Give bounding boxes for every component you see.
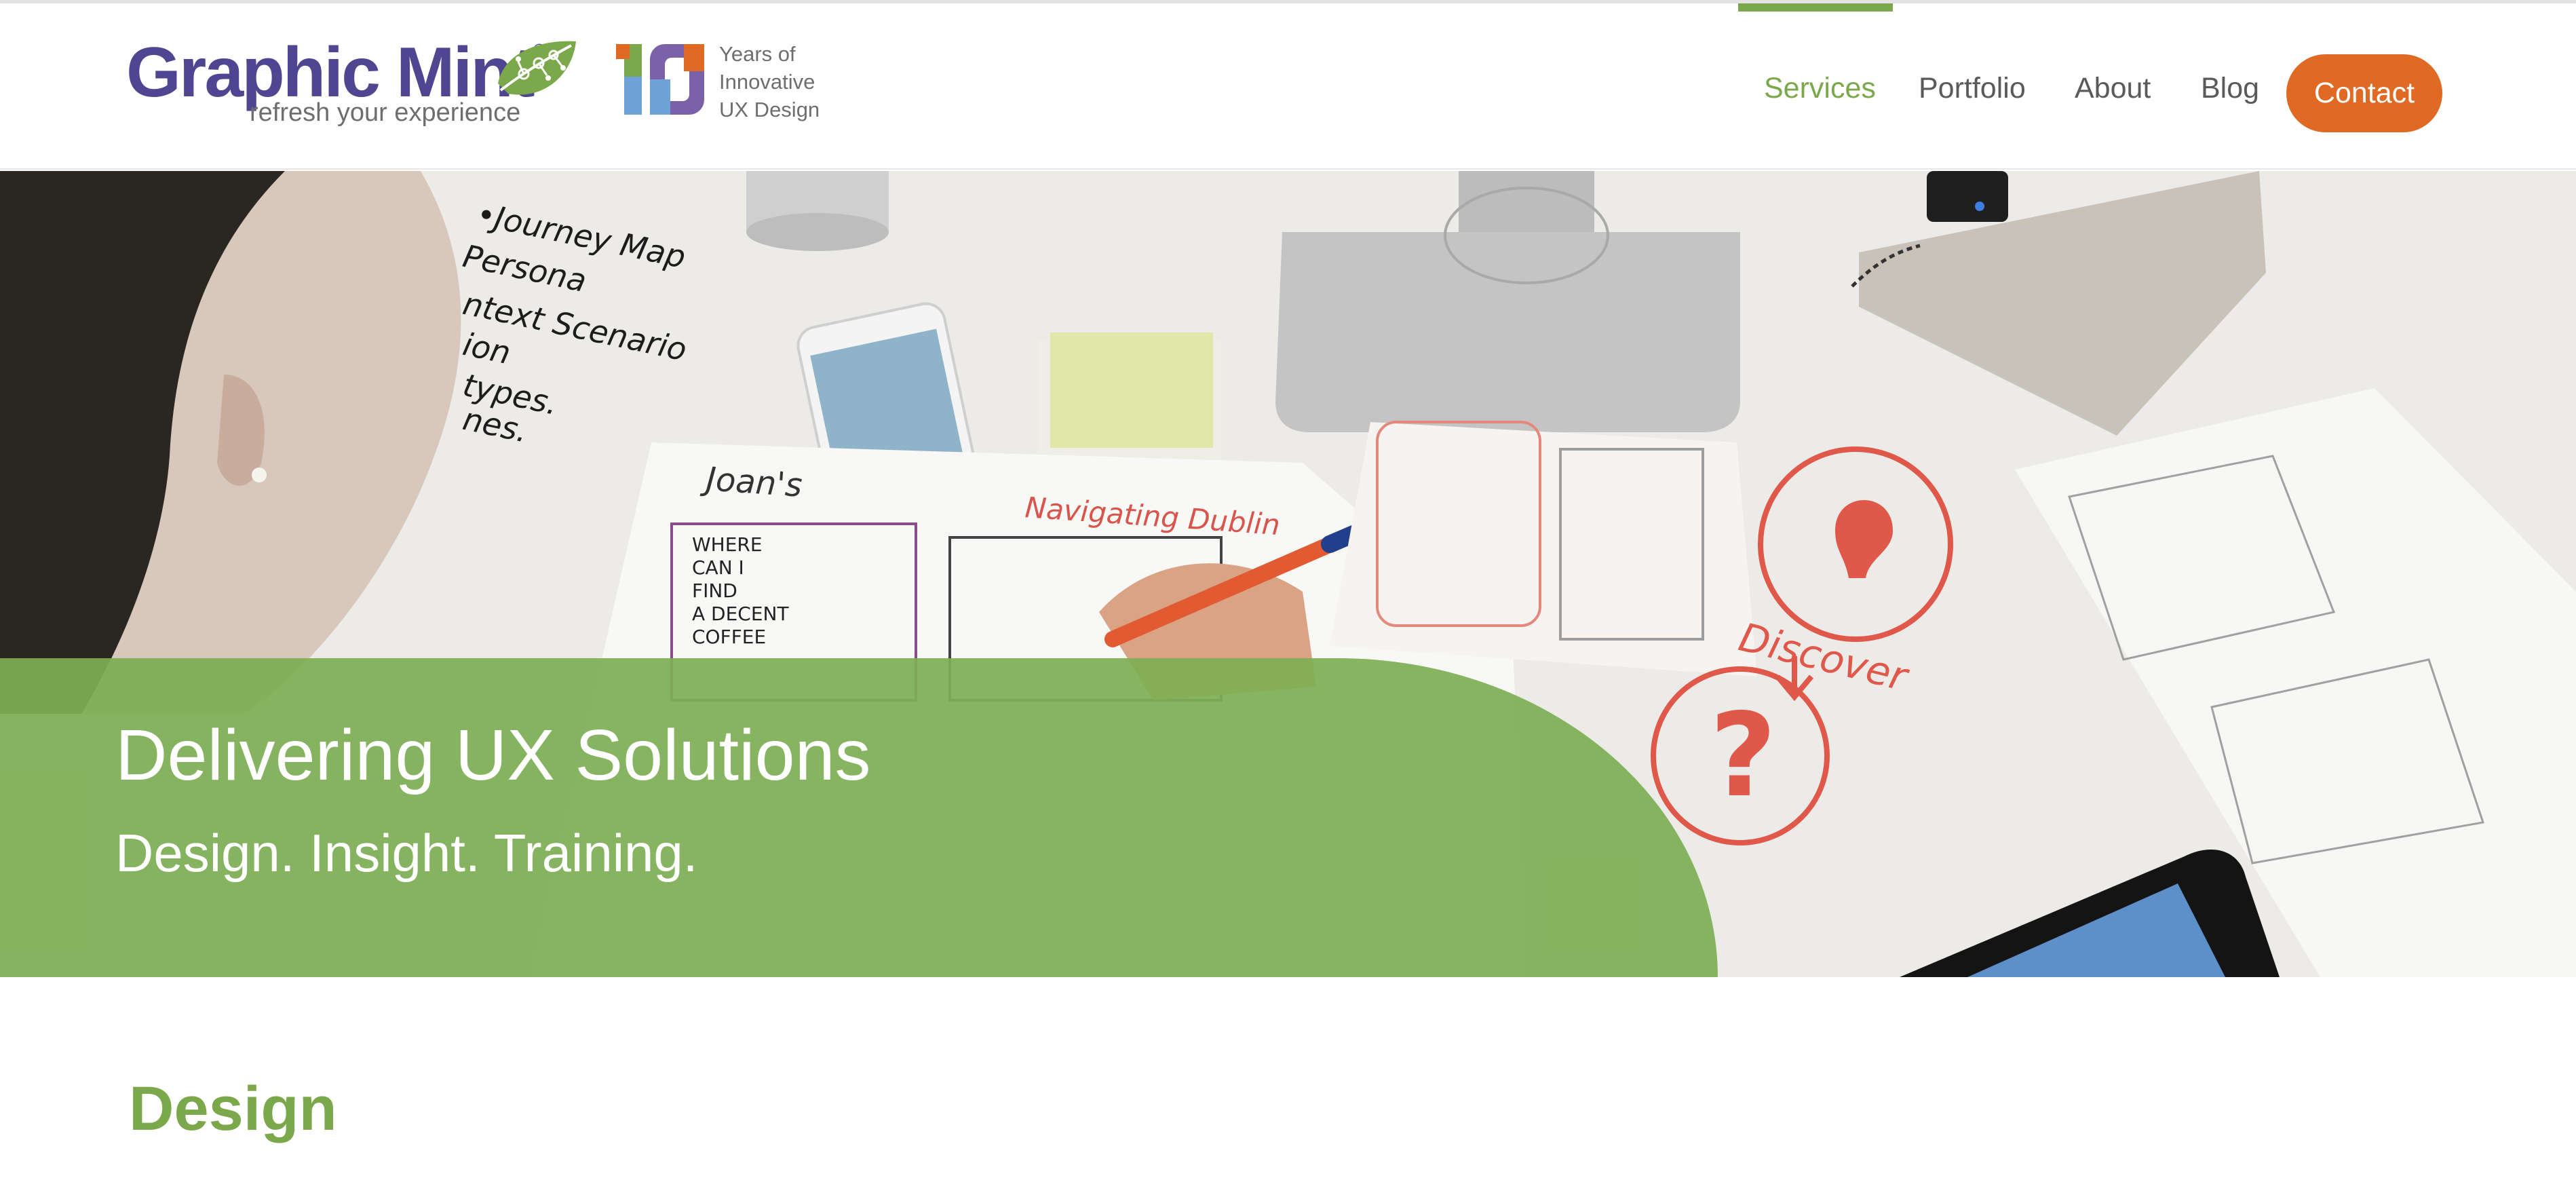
contact-button[interactable]: Contact (2286, 54, 2442, 132)
nav-item-portfolio[interactable]: Portfolio (1919, 74, 2026, 103)
svg-text:Joan's: Joan's (699, 460, 803, 505)
svg-text:CAN I: CAN I (692, 556, 744, 579)
design-section-title: Design (129, 1074, 337, 1143)
svg-text:FIND: FIND (692, 579, 737, 602)
active-nav-indicator (1738, 3, 1893, 12)
nav-item-blog[interactable]: Blog (2201, 74, 2259, 103)
hero-title: Delivering UX Solutions (115, 715, 871, 795)
hero-text-panel (0, 658, 1718, 977)
hero-subtitle: Design. Insight. Training. (115, 823, 698, 883)
svg-text:WHERE: WHERE (692, 533, 763, 556)
nav-item-services[interactable]: Services (1764, 74, 1876, 103)
hero-banner: •Journey Map Persona ntext Scenario ion … (0, 171, 2576, 977)
nav-item-about[interactable]: About (2075, 74, 2151, 103)
site-header: Graphic Mint® refresh your experience (0, 0, 2576, 170)
main-navigation: Services Portfolio About Blog Contact (0, 3, 2576, 173)
svg-text:?: ? (1710, 689, 1777, 823)
svg-text:COFFEE: COFFEE (692, 626, 766, 648)
svg-text:A DECENT: A DECENT (692, 603, 789, 625)
